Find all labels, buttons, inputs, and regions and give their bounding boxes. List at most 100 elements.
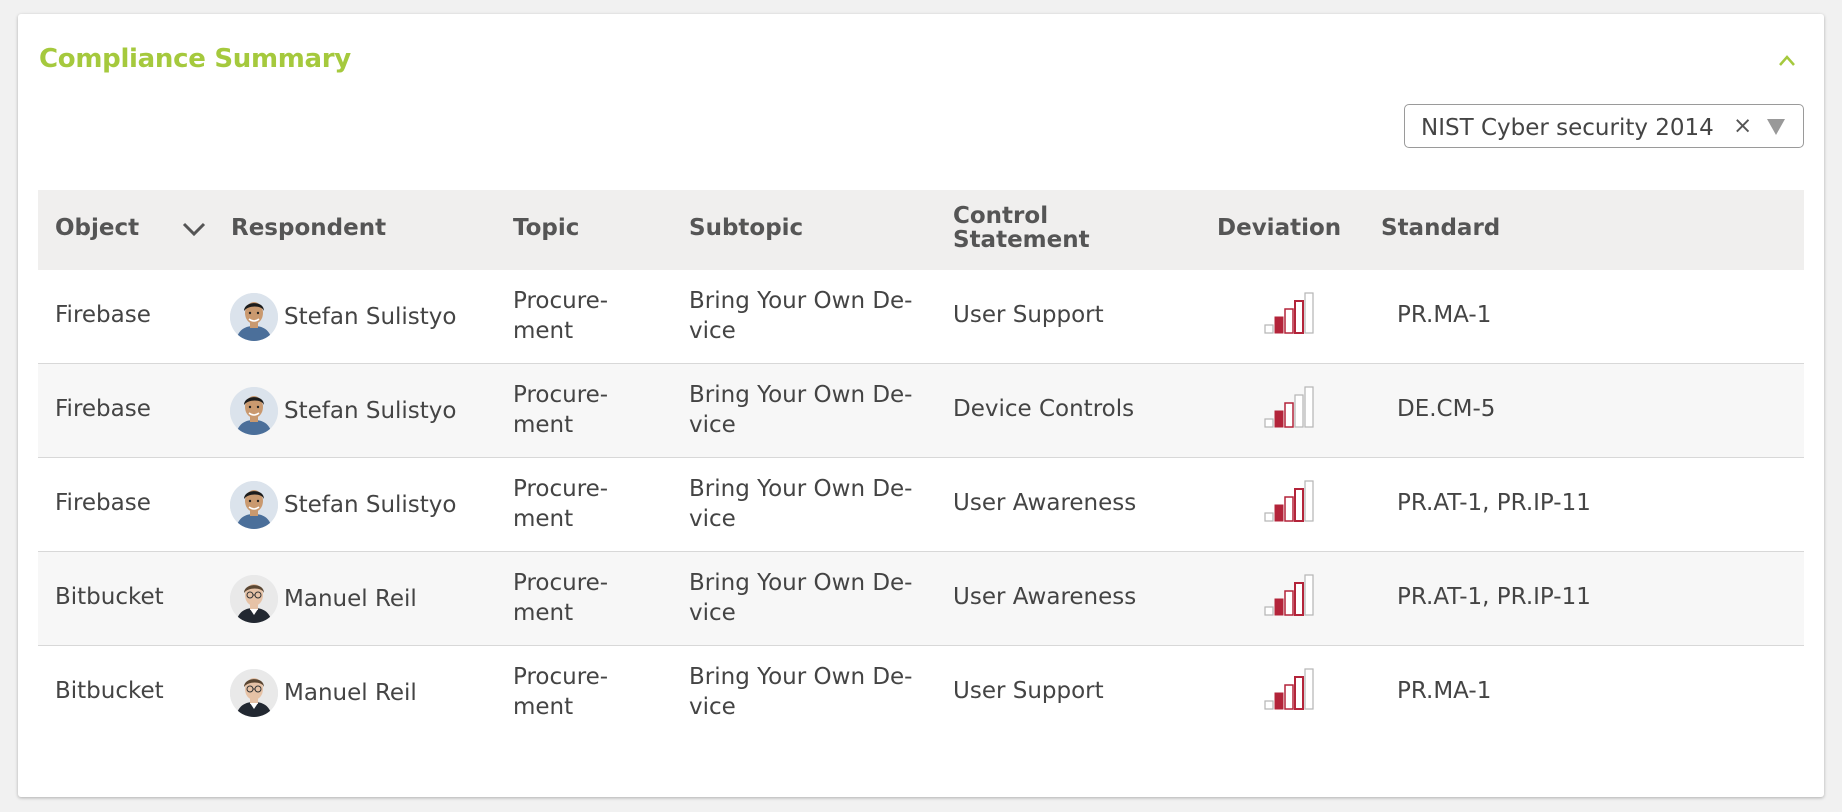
cell-control-statement: User Awareness <box>953 490 1137 516</box>
deviation-bar <box>1274 692 1284 710</box>
cell-subtopic-line2: vice <box>689 694 736 720</box>
deviation-bar <box>1294 394 1304 428</box>
deviation-bar <box>1304 574 1314 616</box>
cell-subtopic-line2: vice <box>689 412 736 438</box>
deviation-bar <box>1264 700 1274 710</box>
chevron-down-icon[interactable] <box>180 220 208 238</box>
column-header-control-line2[interactable]: Statement <box>953 228 1090 252</box>
deviation-bar <box>1264 418 1274 428</box>
deviation-bar <box>1264 512 1274 522</box>
signal-bars-icon <box>1264 668 1314 710</box>
cell-standard: DE.CM-5 <box>1397 396 1496 422</box>
cell-topic-line1: Procure- <box>513 382 609 408</box>
deviation-bar <box>1294 488 1304 522</box>
cell-standard: PR.AT-1, PR.IP-11 <box>1397 584 1591 610</box>
panel-title: Compliance Summary <box>39 44 351 74</box>
compliance-table: Object Respondent Topic Subtopic Control… <box>38 190 1804 740</box>
deviation-bar <box>1274 316 1284 334</box>
cell-topic-line1: Procure- <box>513 570 609 596</box>
column-header-control-line1[interactable]: Control <box>953 204 1048 228</box>
column-header-respondent[interactable]: Respondent <box>231 216 386 240</box>
deviation-bar <box>1284 496 1294 522</box>
avatar <box>230 387 278 435</box>
column-header-subtopic[interactable]: Subtopic <box>689 216 803 240</box>
cell-object: Bitbucket <box>55 584 164 610</box>
cell-object: Firebase <box>55 302 151 328</box>
cell-topic-line1: Procure- <box>513 476 609 502</box>
column-header-object[interactable]: Object <box>55 216 139 240</box>
avatar <box>230 669 278 717</box>
cell-respondent: Stefan Sulistyo <box>284 492 457 518</box>
column-header-standard[interactable]: Standard <box>1381 216 1500 240</box>
cell-subtopic-line2: vice <box>689 506 736 532</box>
cell-topic-line1: Procure- <box>513 288 609 314</box>
deviation-bar <box>1294 582 1304 616</box>
table-row[interactable]: Firebase Stefan Sulistyo Procure- ment B… <box>38 364 1804 458</box>
cell-subtopic-line2: vice <box>689 318 736 344</box>
deviation-bar <box>1304 668 1314 710</box>
cell-topic-line1: Procure- <box>513 664 609 690</box>
cell-object: Bitbucket <box>55 678 164 704</box>
cell-topic-line2: ment <box>513 694 574 720</box>
cell-control-statement: User Awareness <box>953 584 1137 610</box>
cell-control-statement: User Support <box>953 678 1104 704</box>
cell-respondent: Manuel Reil <box>284 586 417 612</box>
cell-subtopic-line1: Bring Your Own De- <box>689 288 913 314</box>
table-body: Firebase Stefan Sulistyo Procure- ment B… <box>38 270 1804 740</box>
column-header-topic[interactable]: Topic <box>513 216 579 240</box>
cell-respondent: Stefan Sulistyo <box>284 304 457 330</box>
cell-topic-line2: ment <box>513 506 574 532</box>
deviation-bar <box>1294 300 1304 334</box>
cell-subtopic-line1: Bring Your Own De- <box>689 664 913 690</box>
cell-subtopic-line1: Bring Your Own De- <box>689 382 913 408</box>
table-header: Object Respondent Topic Subtopic Control… <box>38 190 1804 270</box>
deviation-bar <box>1284 684 1294 710</box>
cell-respondent: Manuel Reil <box>284 680 417 706</box>
signal-bars-icon <box>1264 386 1314 428</box>
avatar <box>230 481 278 529</box>
deviation-bar <box>1264 606 1274 616</box>
cell-subtopic-line2: vice <box>689 600 736 626</box>
table-row[interactable]: Firebase Stefan Sulistyo Procure- ment B… <box>38 458 1804 552</box>
compliance-summary-panel: Compliance Summary NIST Cyber security 2… <box>18 14 1824 797</box>
avatar-image <box>230 669 278 717</box>
filter-selected-value: NIST Cyber security 2014 <box>1421 115 1714 141</box>
avatar-image <box>230 481 278 529</box>
chevron-up-icon <box>1779 55 1795 66</box>
cell-respondent: Stefan Sulistyo <box>284 398 457 424</box>
avatar-image <box>230 293 278 341</box>
collapse-button[interactable] <box>1776 52 1798 70</box>
cell-object: Firebase <box>55 490 151 516</box>
deviation-bar <box>1274 410 1284 428</box>
avatar-image <box>230 387 278 435</box>
avatar <box>230 575 278 623</box>
deviation-bar <box>1284 590 1294 616</box>
table-row[interactable]: Bitbucket Manuel Reil Procure- ment Brin… <box>38 552 1804 646</box>
cell-standard: PR.MA-1 <box>1397 678 1492 704</box>
signal-bars-icon <box>1264 574 1314 616</box>
signal-bars-icon <box>1264 480 1314 522</box>
signal-bars-icon <box>1264 292 1314 334</box>
cell-control-statement: Device Controls <box>953 396 1135 422</box>
deviation-bar <box>1264 324 1274 334</box>
cell-subtopic-line1: Bring Your Own De- <box>689 570 913 596</box>
cell-standard: PR.AT-1, PR.IP-11 <box>1397 490 1591 516</box>
deviation-bar <box>1274 504 1284 522</box>
triangle-down-icon[interactable] <box>1767 119 1785 135</box>
cell-object: Firebase <box>55 396 151 422</box>
cell-subtopic-line1: Bring Your Own De- <box>689 476 913 502</box>
deviation-bar <box>1274 598 1284 616</box>
deviation-bar <box>1284 402 1294 428</box>
cell-topic-line2: ment <box>513 318 574 344</box>
table-row[interactable]: Firebase Stefan Sulistyo Procure- ment B… <box>38 270 1804 364</box>
cell-standard: PR.MA-1 <box>1397 302 1492 328</box>
deviation-bar <box>1294 676 1304 710</box>
cell-control-statement: User Support <box>953 302 1104 328</box>
avatar <box>230 293 278 341</box>
table-row[interactable]: Bitbucket Manuel Reil Procure- ment Brin… <box>38 646 1804 740</box>
column-header-deviation[interactable]: Deviation <box>1217 216 1341 240</box>
deviation-bar <box>1304 480 1314 522</box>
standard-filter-select[interactable]: NIST Cyber security 2014 × <box>1404 104 1804 148</box>
deviation-bar <box>1304 386 1314 428</box>
clear-icon[interactable]: × <box>1733 113 1752 139</box>
